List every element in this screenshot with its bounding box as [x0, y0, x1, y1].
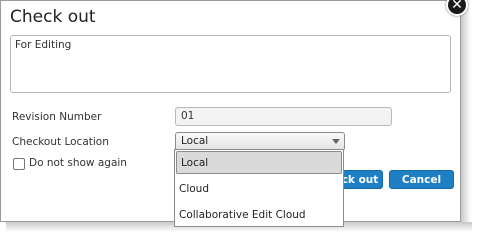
cancel-button[interactable]: Cancel	[389, 170, 454, 189]
do-not-show-label: Do not show again	[29, 157, 127, 169]
comments-textarea[interactable]: For Editing	[10, 35, 451, 93]
checkout-button-label: ck out	[341, 173, 379, 186]
checkout-location-dropdown: Local Cloud Collaborative Edit Cloud	[174, 149, 344, 227]
checkout-location-value: Local	[181, 135, 209, 147]
dropdown-option-local[interactable]: Local	[176, 151, 342, 174]
dialog-title: Check out	[10, 7, 96, 27]
checkout-location-label: Checkout Location	[12, 136, 109, 148]
revision-number-label: Revision Number	[12, 111, 102, 123]
chevron-down-icon[interactable]	[332, 139, 340, 144]
dialog-shadow-right	[461, 8, 471, 224]
revision-number-input[interactable]: 01	[175, 107, 392, 126]
dropdown-option-collaborative-edit-cloud[interactable]: Collaborative Edit Cloud	[175, 203, 343, 227]
do-not-show-checkbox[interactable]	[13, 158, 25, 170]
dropdown-option-cloud[interactable]: Cloud	[175, 177, 343, 201]
